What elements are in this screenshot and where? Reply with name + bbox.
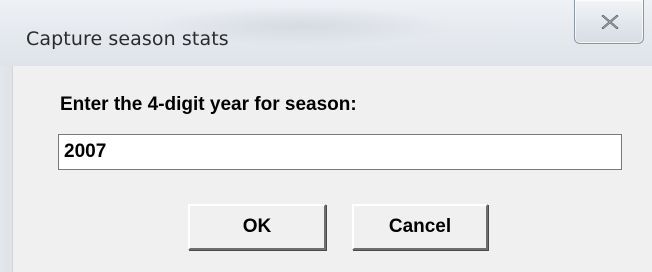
year-input[interactable] — [58, 134, 622, 170]
close-icon — [601, 15, 619, 29]
ok-button[interactable]: OK — [188, 204, 326, 250]
year-prompt-label: Enter the 4-digit year for season: — [60, 94, 357, 115]
capture-season-dialog: Capture season stats Enter the 4-digit y… — [0, 0, 652, 272]
window-frame-left — [0, 66, 12, 272]
window-title: Capture season stats — [26, 28, 229, 50]
cancel-button[interactable]: Cancel — [352, 204, 488, 250]
title-bar[interactable]: Capture season stats — [0, 0, 652, 66]
close-button[interactable] — [574, 0, 644, 44]
